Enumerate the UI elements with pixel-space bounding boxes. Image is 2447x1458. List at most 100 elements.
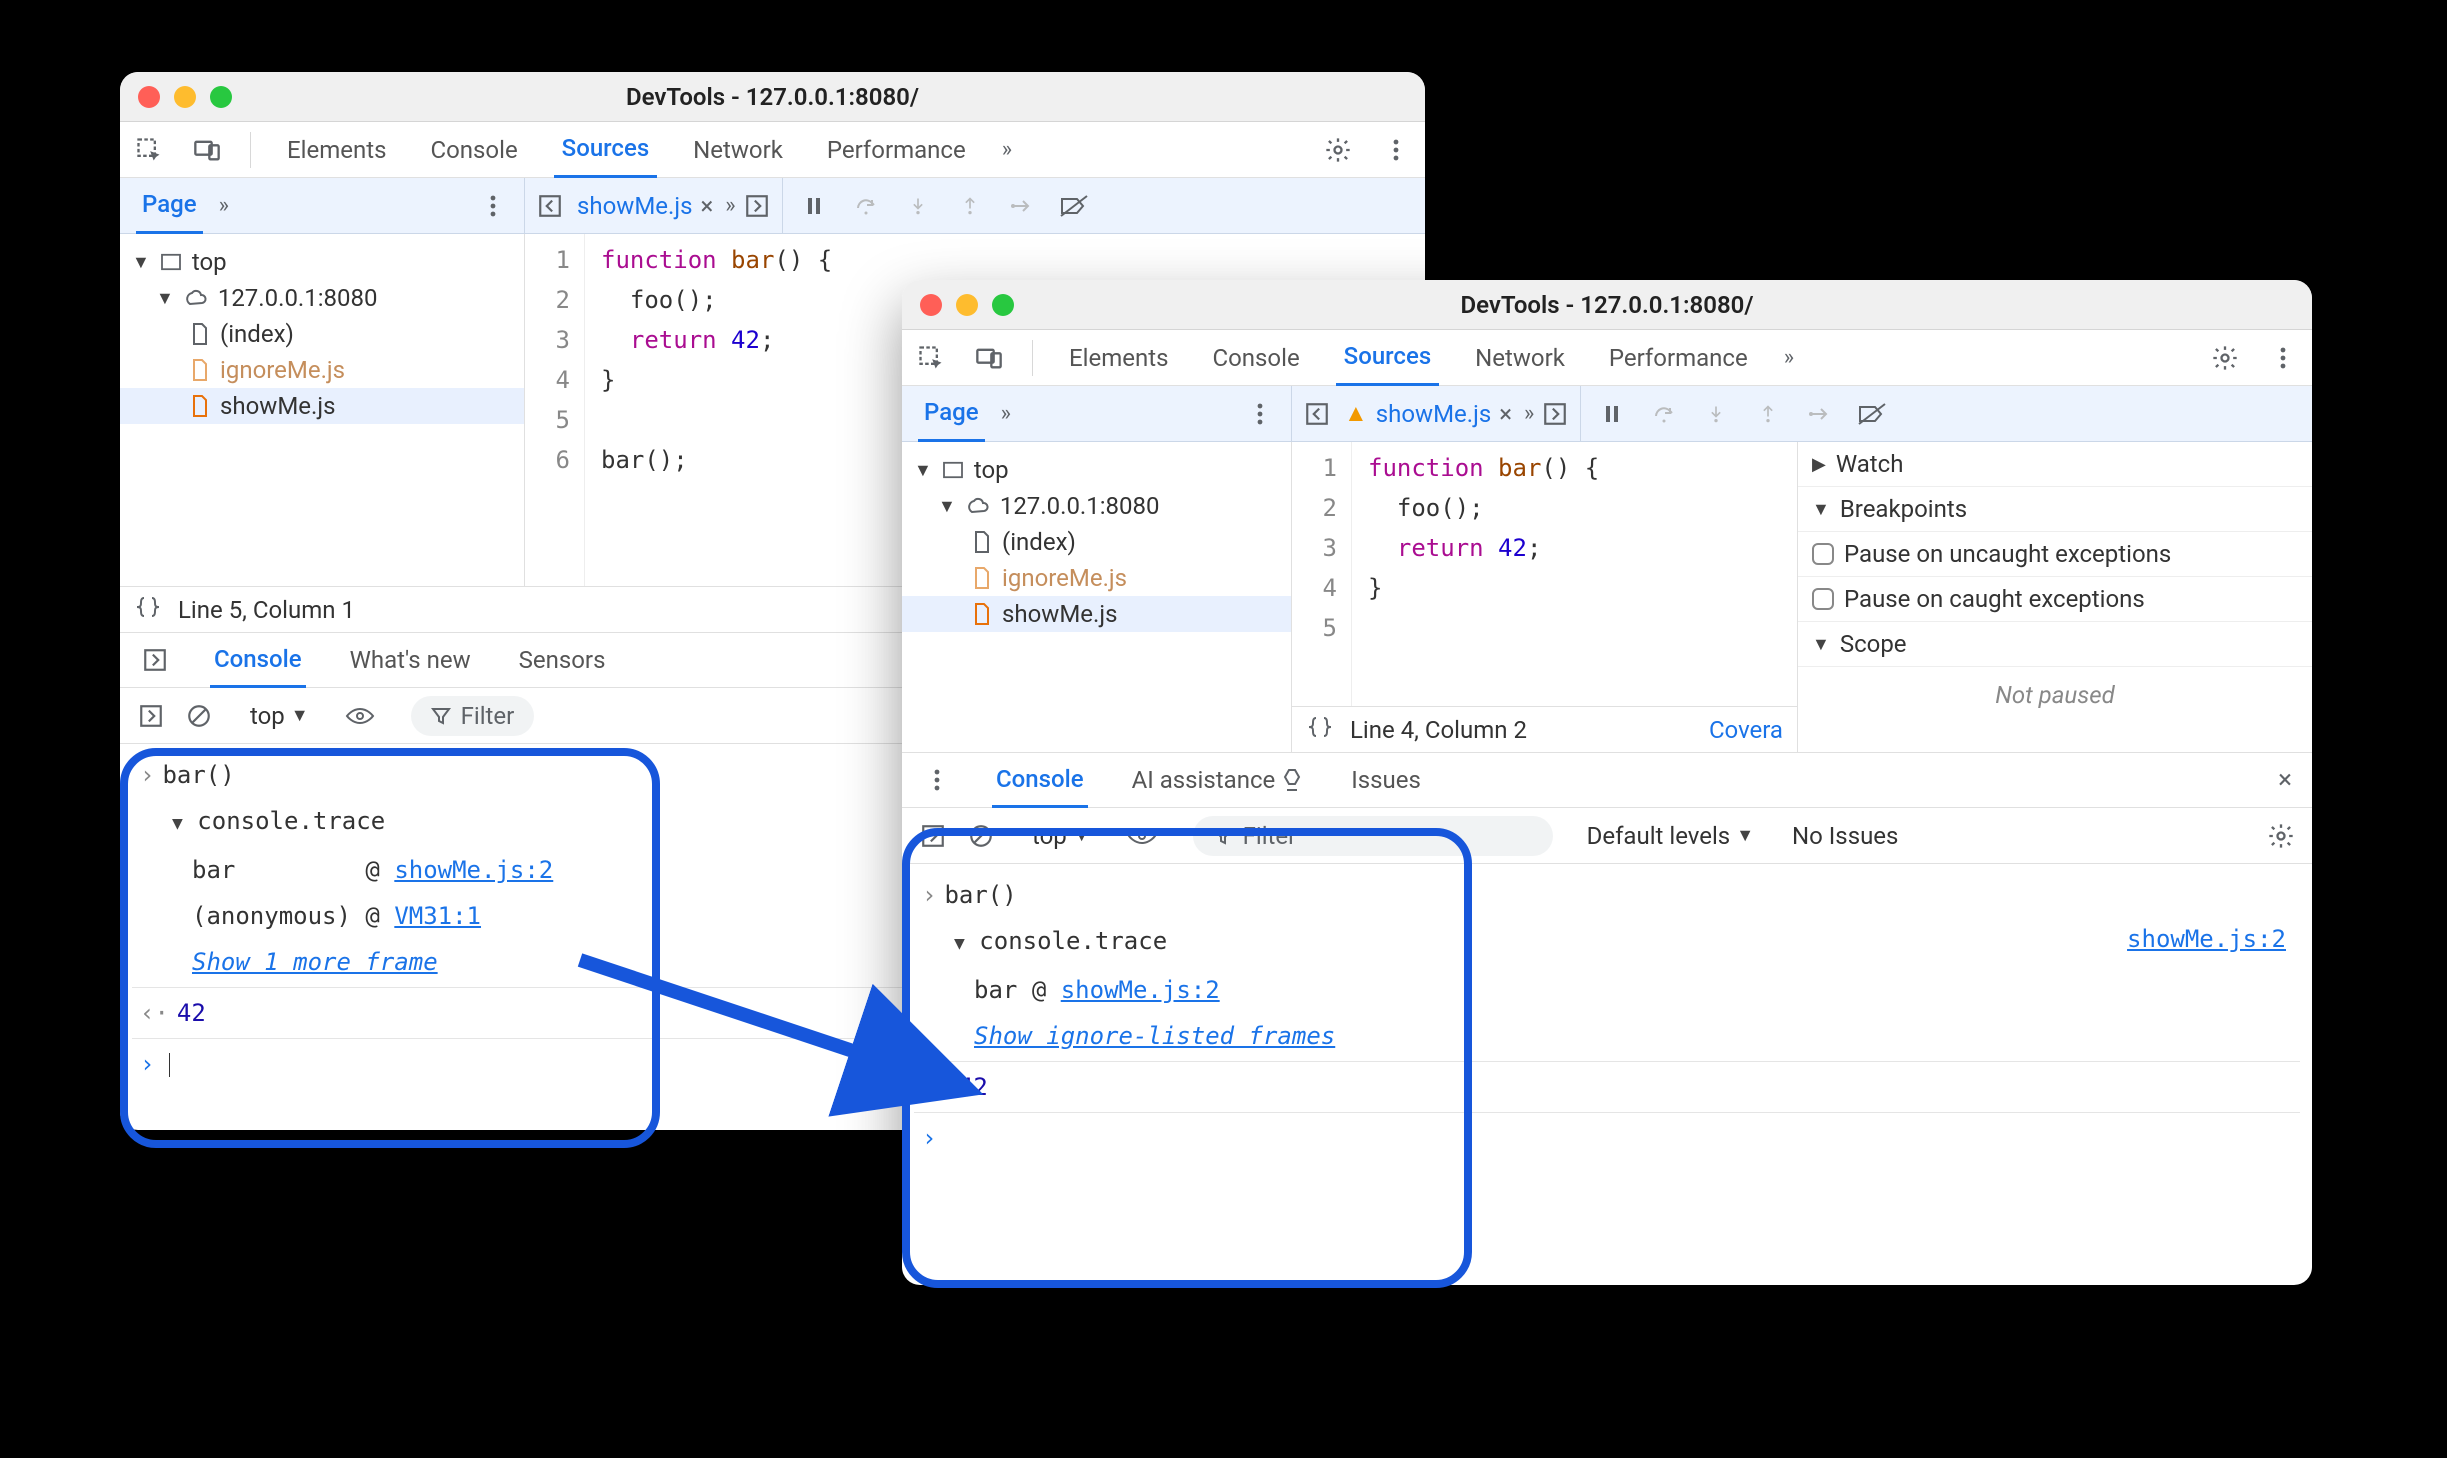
step-into-icon[interactable]	[1701, 399, 1731, 429]
inspect-element-icon[interactable]	[916, 343, 946, 373]
drawer-tab-console[interactable]: Console	[210, 632, 306, 688]
more-file-tabs-icon[interactable]: »	[725, 193, 735, 218]
step-out-icon[interactable]	[1753, 399, 1783, 429]
tree-top[interactable]: ▼top	[902, 452, 1291, 488]
sidebar-toggle-icon[interactable]	[136, 701, 166, 731]
clear-console-icon[interactable]	[184, 701, 214, 731]
show-ignore-listed-frames[interactable]: Show ignore-listed frames	[914, 1013, 2300, 1059]
more-file-tabs-icon[interactable]: »	[1524, 401, 1534, 426]
next-file-icon[interactable]	[1540, 399, 1570, 429]
tab-sources[interactable]: Sources	[1336, 330, 1440, 386]
close-window-button[interactable]	[920, 294, 942, 316]
checkbox[interactable]	[1812, 543, 1834, 565]
source-link[interactable]: showMe.js:2	[394, 856, 553, 884]
live-expression-icon[interactable]	[345, 701, 375, 731]
source-link-right[interactable]: showMe.js:2	[2127, 918, 2286, 960]
minimize-window-button[interactable]	[174, 86, 196, 108]
close-drawer-icon[interactable]: ×	[2278, 765, 2292, 795]
issues-count[interactable]: No Issues	[1792, 822, 1898, 850]
pause-icon[interactable]	[799, 191, 829, 221]
tab-console[interactable]: Console	[422, 122, 525, 178]
pause-uncaught-checkbox[interactable]: Pause on uncaught exceptions	[1798, 532, 2312, 577]
navigator-more-icon[interactable]	[478, 191, 508, 221]
context-selector[interactable]: top▼	[250, 702, 309, 730]
device-toolbar-icon[interactable]	[192, 135, 222, 165]
settings-gear-icon[interactable]	[2210, 343, 2240, 373]
inspect-element-icon[interactable]	[134, 135, 164, 165]
more-tabs-icon[interactable]: »	[1784, 345, 1794, 370]
more-tabs-icon[interactable]: »	[1002, 137, 1012, 162]
console-settings-gear-icon[interactable]	[2266, 821, 2296, 851]
close-file-icon[interactable]: ×	[700, 192, 713, 220]
tab-sources[interactable]: Sources	[554, 122, 658, 178]
pause-caught-checkbox[interactable]: Pause on caught exceptions	[1798, 577, 2312, 622]
navigator-page-tab[interactable]: Page	[918, 386, 985, 442]
log-levels-selector[interactable]: Default levels▼	[1587, 822, 1754, 850]
step-over-icon[interactable]	[1649, 399, 1679, 429]
watch-section[interactable]: ▶Watch	[1798, 442, 2312, 487]
step-icon[interactable]	[1007, 191, 1037, 221]
source-link[interactable]: VM31:1	[394, 902, 481, 930]
prev-file-icon[interactable]	[1302, 399, 1332, 429]
prev-file-icon[interactable]	[535, 191, 565, 221]
clear-console-icon[interactable]	[966, 821, 996, 851]
tree-file-showme[interactable]: showMe.js	[902, 596, 1291, 632]
tree-top[interactable]: ▼top	[120, 244, 524, 280]
tree-host[interactable]: ▼127.0.0.1:8080	[120, 280, 524, 316]
tree-file-showme[interactable]: showMe.js	[120, 388, 524, 424]
more-menu-icon[interactable]	[1381, 135, 1411, 165]
tree-file-index[interactable]: (index)	[120, 316, 524, 352]
next-file-icon[interactable]	[742, 191, 772, 221]
step-into-icon[interactable]	[903, 191, 933, 221]
pretty-print-icon[interactable]	[134, 595, 162, 625]
step-icon[interactable]	[1805, 399, 1835, 429]
console-filter[interactable]: Filter	[1193, 816, 1553, 856]
console-prompt[interactable]: ›	[914, 1115, 2300, 1161]
show-more-link[interactable]: Show ignore-listed frames	[974, 1022, 1335, 1050]
deactivate-breakpoints-icon[interactable]	[1059, 191, 1089, 221]
tab-elements[interactable]: Elements	[1061, 330, 1176, 386]
device-toolbar-icon[interactable]	[974, 343, 1004, 373]
tree-file-ignoreme[interactable]: ignoreMe.js	[902, 560, 1291, 596]
more-menu-icon[interactable]	[2268, 343, 2298, 373]
source-link[interactable]: showMe.js:2	[1061, 976, 1220, 1004]
tab-performance[interactable]: Performance	[819, 122, 974, 178]
console-output[interactable]: ›bar() ▼ console.trace showMe.js:2 bar @…	[902, 864, 2312, 1169]
drawer-tab-whatsnew[interactable]: What's new	[346, 632, 475, 688]
file-tab-showme[interactable]: ▲ showMe.js ×	[1338, 399, 1518, 428]
navigator-page-tab[interactable]: Page	[136, 178, 203, 234]
step-out-icon[interactable]	[955, 191, 985, 221]
settings-gear-icon[interactable]	[1323, 135, 1353, 165]
sidebar-toggle-icon[interactable]	[918, 821, 948, 851]
pause-icon[interactable]	[1597, 399, 1627, 429]
context-selector[interactable]: top▼	[1032, 822, 1091, 850]
console-entry[interactable]: ›bar()	[914, 872, 2300, 918]
drawer-tab-issues[interactable]: Issues	[1347, 752, 1425, 808]
pretty-print-icon[interactable]	[1306, 715, 1334, 745]
tab-performance[interactable]: Performance	[1601, 330, 1756, 386]
drawer-tab-console[interactable]: Console	[992, 752, 1088, 808]
drawer-tab-ai[interactable]: AI assistance	[1128, 752, 1308, 808]
code-editor[interactable]: 1 2 3 4 5 function bar() { foo(); return…	[1292, 442, 1797, 706]
file-tab-showme[interactable]: showMe.js ×	[571, 192, 719, 220]
minimize-window-button[interactable]	[956, 294, 978, 316]
tree-file-ignoreme[interactable]: ignoreMe.js	[120, 352, 524, 388]
close-file-icon[interactable]: ×	[1499, 400, 1512, 428]
coverage-link[interactable]: Covera	[1709, 716, 1783, 744]
tab-console[interactable]: Console	[1204, 330, 1307, 386]
maximize-window-button[interactable]	[210, 86, 232, 108]
breakpoints-section[interactable]: ▼Breakpoints	[1798, 487, 2312, 532]
tree-file-index[interactable]: (index)	[902, 524, 1291, 560]
scope-section[interactable]: ▼Scope	[1798, 622, 2312, 667]
navigator-more-icon[interactable]	[1245, 399, 1275, 429]
deactivate-breakpoints-icon[interactable]	[1857, 399, 1887, 429]
close-window-button[interactable]	[138, 86, 160, 108]
tab-network[interactable]: Network	[1467, 330, 1573, 386]
maximize-window-button[interactable]	[992, 294, 1014, 316]
live-expression-icon[interactable]	[1127, 821, 1157, 851]
tab-network[interactable]: Network	[685, 122, 791, 178]
show-more-link[interactable]: Show 1 more frame	[192, 948, 438, 976]
step-over-icon[interactable]	[851, 191, 881, 221]
drawer-tab-sensors[interactable]: Sensors	[515, 632, 610, 688]
more-navigator-tabs-icon[interactable]: »	[219, 193, 229, 218]
